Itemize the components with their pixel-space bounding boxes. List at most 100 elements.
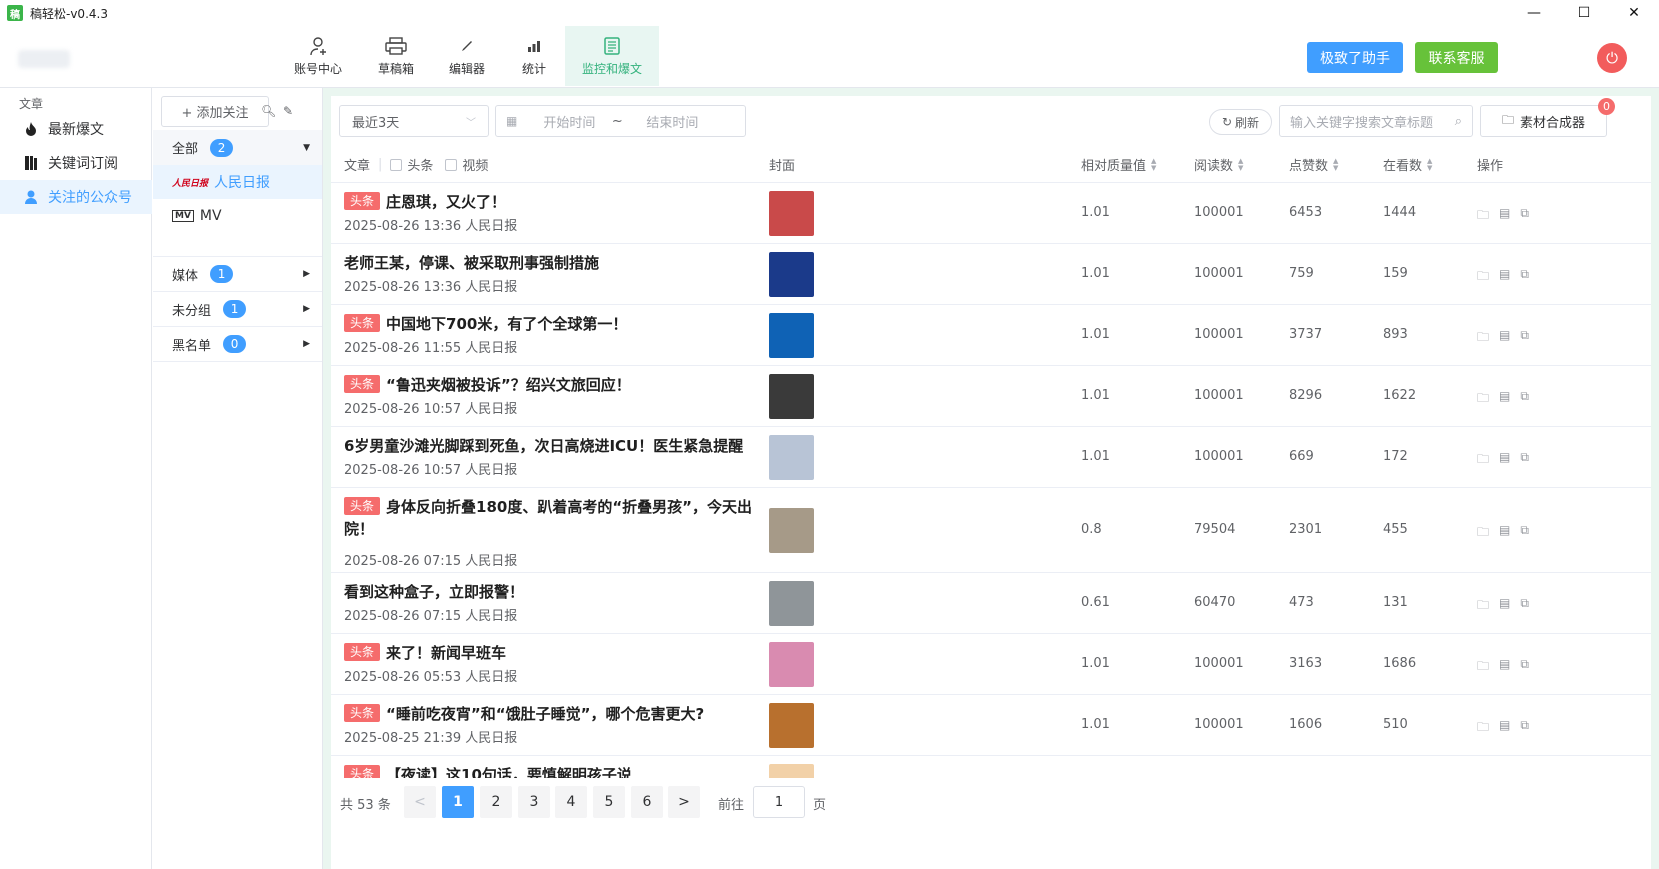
page-5[interactable]: 5 xyxy=(593,786,625,818)
article-title[interactable]: 6岁男童沙滩光脚踩到死鱼，次日高烧进ICU！医生紧急提醒 xyxy=(344,435,754,457)
article-title[interactable]: 头条 身体反向折叠180度、趴着高考的“折叠男孩”，今天出院！ xyxy=(344,496,754,540)
table-row[interactable]: 头条 【夜读】这10句话，要慎解明孩子说 xyxy=(331,756,1651,778)
nav-monitor-viral[interactable]: 监控和爆文 xyxy=(565,26,659,86)
col-reads[interactable]: 阅读数 ▲ ▼ xyxy=(1194,146,1243,183)
copy-icon[interactable]: ⧉ xyxy=(1520,596,1529,617)
article-cover-image[interactable] xyxy=(769,581,814,626)
article-title[interactable]: 头条 中国地下700米，有了个全球第一！ xyxy=(344,313,754,335)
col-watching[interactable]: 在看数 ▲ ▼ xyxy=(1383,146,1432,183)
group-blacklist[interactable]: 黑名单 0 ▶ xyxy=(153,327,322,362)
add-to-folder-icon[interactable]: 🗀︎ xyxy=(1477,718,1489,739)
sidebar-item-followed-accounts[interactable]: 关注的公众号 xyxy=(0,180,152,214)
article-cover-image[interactable] xyxy=(769,703,814,748)
article-detail-icon[interactable]: ▤ xyxy=(1499,267,1510,288)
goto-page-input[interactable]: 1 xyxy=(753,786,805,818)
article-cover-image[interactable] xyxy=(769,374,814,419)
group-ungrouped[interactable]: 未分组 1 ▶ xyxy=(153,292,322,327)
article-detail-icon[interactable]: ▤ xyxy=(1499,657,1510,678)
table-row[interactable]: 6岁男童沙滩光脚踩到死鱼，次日高烧进ICU！医生紧急提醒 2025-08-26 1… xyxy=(331,427,1651,488)
page-6[interactable]: 6 xyxy=(631,786,663,818)
close-window-button[interactable]: ✕ xyxy=(1609,0,1659,26)
date-range-select[interactable]: 最近3天 ﹀ xyxy=(339,105,489,137)
account-renmin-ribao[interactable]: 人民日报 人民日报 xyxy=(153,165,322,199)
sort-icon[interactable]: ▲ ▼ xyxy=(1238,157,1243,172)
article-title[interactable]: 头条 来了！新闻早班车 xyxy=(344,642,754,664)
copy-icon[interactable]: ⧉ xyxy=(1520,267,1529,288)
filter-headline-checkbox[interactable] xyxy=(390,158,403,171)
article-title[interactable]: 老师王某，停课、被采取刑事强制措施 xyxy=(344,252,754,274)
group-all[interactable]: 全部 2 ▼ xyxy=(153,130,322,165)
filter-video-checkbox[interactable] xyxy=(445,158,458,171)
nav-statistics[interactable]: 统计 xyxy=(504,26,564,86)
col-likes[interactable]: 点赞数 ▲ ▼ xyxy=(1289,146,1338,183)
account-mv[interactable]: MV MV xyxy=(153,199,322,233)
power-button[interactable]: ⏻ xyxy=(1597,43,1627,73)
copy-icon[interactable]: ⧉ xyxy=(1520,718,1529,739)
article-detail-icon[interactable]: ▤ xyxy=(1499,328,1510,349)
add-to-folder-icon[interactable]: 🗀︎ xyxy=(1477,328,1489,349)
add-to-folder-icon[interactable]: 🗀︎ xyxy=(1477,596,1489,617)
article-title[interactable]: 头条 “鲁迅夹烟被投诉”？绍兴文旅回应！ xyxy=(344,374,754,396)
sort-icon[interactable]: ▲ ▼ xyxy=(1151,157,1156,172)
table-row[interactable]: 头条 “鲁迅夹烟被投诉”？绍兴文旅回应！ 2025-08-26 10:57 人民日报… xyxy=(331,366,1651,427)
add-to-folder-icon[interactable]: 🗀︎ xyxy=(1477,206,1489,227)
article-cover-image[interactable] xyxy=(769,642,814,687)
copy-icon[interactable]: ⧉ xyxy=(1520,657,1529,678)
article-cover-image[interactable] xyxy=(769,191,814,236)
table-row[interactable]: 头条 庄恩琪，又火了！ 2025-08-26 13:36 人民日报 1.01 10000… xyxy=(331,183,1651,244)
article-detail-icon[interactable]: ▤ xyxy=(1499,596,1510,617)
article-title[interactable]: 头条 【夜读】这10句话，要慎解明孩子说 xyxy=(344,764,754,778)
article-cover-image[interactable] xyxy=(769,313,814,358)
search-icon[interactable]: 🔍︎ xyxy=(261,104,276,118)
assistant-button[interactable]: 极致了助手 xyxy=(1307,42,1403,73)
add-to-folder-icon[interactable]: 🗀︎ xyxy=(1477,389,1489,410)
article-cover-image[interactable] xyxy=(769,252,814,297)
material-composer-button[interactable]: 🗀︎ 素材合成器 xyxy=(1480,105,1607,137)
end-time-input[interactable]: 结束时间 xyxy=(627,112,717,131)
article-cover-image[interactable] xyxy=(769,764,814,778)
sidebar-item-latest-viral[interactable]: 最新爆文 xyxy=(0,112,152,146)
search-input[interactable]: 输入关键字搜索文章标题 ⌕ xyxy=(1279,105,1473,137)
date-range-picker[interactable]: ▦ 开始时间 ~ 结束时间 xyxy=(495,105,746,137)
table-row[interactable]: 头条 “睡前吃夜宵”和“饿肚子睡觉”，哪个危害更大? 2025-08-25 21:3… xyxy=(331,695,1651,756)
table-row[interactable]: 头条 来了！新闻早班车 2025-08-26 05:53 人民日报 1.01 10000… xyxy=(331,634,1651,695)
next-page-button[interactable]: > xyxy=(668,786,700,818)
contact-support-button[interactable]: 联系客服 xyxy=(1415,42,1498,73)
page-3[interactable]: 3 xyxy=(518,786,550,818)
page-1[interactable]: 1 xyxy=(442,786,474,818)
article-title[interactable]: 头条 庄恩琪，又火了！ xyxy=(344,191,754,213)
copy-icon[interactable]: ⧉ xyxy=(1520,389,1529,410)
nav-account-center[interactable]: 账号中心 xyxy=(288,26,348,86)
article-title[interactable]: 看到这种盒子，立即报警！ xyxy=(344,581,754,603)
copy-icon[interactable]: ⧉ xyxy=(1520,450,1529,471)
sidebar-item-keyword-subscription[interactable]: 关键词订阅 xyxy=(0,146,152,180)
article-detail-icon[interactable]: ▤ xyxy=(1499,523,1510,544)
minimize-button[interactable]: — xyxy=(1509,0,1559,26)
page-4[interactable]: 4 xyxy=(555,786,587,818)
table-row[interactable]: 头条 中国地下700米，有了个全球第一！ 2025-08-26 11:55 人民日报… xyxy=(331,305,1651,366)
add-to-folder-icon[interactable]: 🗀︎ xyxy=(1477,523,1489,544)
refresh-button[interactable]: ↻ 刷新 xyxy=(1209,109,1272,135)
table-row[interactable]: 头条 身体反向折叠180度、趴着高考的“折叠男孩”，今天出院！ 2025-08-26… xyxy=(331,488,1651,573)
article-detail-icon[interactable]: ▤ xyxy=(1499,718,1510,739)
add-to-folder-icon[interactable]: 🗀︎ xyxy=(1477,450,1489,471)
group-media[interactable]: 媒体 1 ▶ xyxy=(153,257,322,292)
article-detail-icon[interactable]: ▤ xyxy=(1499,206,1510,227)
col-quality[interactable]: 相对质量值 ▲ ▼ xyxy=(1081,146,1156,183)
copy-icon[interactable]: ⧉ xyxy=(1520,523,1529,544)
maximize-button[interactable]: ☐ xyxy=(1559,0,1609,26)
article-cover-image[interactable] xyxy=(769,435,814,480)
copy-icon[interactable]: ⧉ xyxy=(1520,206,1529,227)
sort-icon[interactable]: ▲ ▼ xyxy=(1333,157,1338,172)
nav-editor[interactable]: 编辑器 xyxy=(437,26,497,86)
article-cover-image[interactable] xyxy=(769,508,814,553)
edit-icon[interactable]: ✎ xyxy=(283,104,293,118)
add-to-folder-icon[interactable]: 🗀︎ xyxy=(1477,657,1489,678)
table-row[interactable]: 老师王某，停课、被采取刑事强制措施 2025-08-26 13:36 人民日报 1.… xyxy=(331,244,1651,305)
article-detail-icon[interactable]: ▤ xyxy=(1499,450,1510,471)
article-title[interactable]: 头条 “睡前吃夜宵”和“饿肚子睡觉”，哪个危害更大? xyxy=(344,703,754,725)
table-row[interactable]: 看到这种盒子，立即报警！ 2025-08-26 07:15 人民日报 0.61 604… xyxy=(331,573,1651,634)
start-time-input[interactable]: 开始时间 xyxy=(531,112,607,131)
add-follow-button[interactable]: + 添加关注 xyxy=(161,96,269,127)
prev-page-button[interactable]: < xyxy=(404,786,436,818)
